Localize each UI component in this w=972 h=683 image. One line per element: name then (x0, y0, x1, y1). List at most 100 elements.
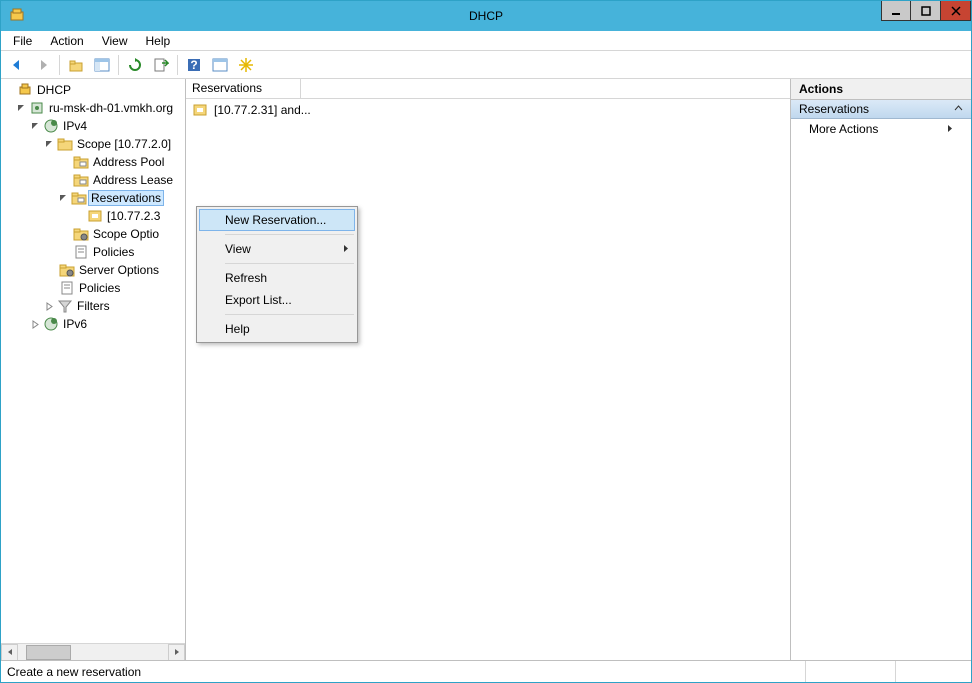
filter-icon (57, 298, 73, 314)
actions-title: Actions (791, 79, 971, 100)
folder-icon (71, 190, 87, 206)
context-new-reservation[interactable]: New Reservation... (199, 209, 355, 231)
minimize-button[interactable] (881, 1, 911, 21)
list-body[interactable]: [10.77.2.31] and... (186, 99, 790, 660)
forward-button[interactable] (31, 53, 55, 77)
list-item[interactable]: [10.77.2.31] and... (186, 101, 790, 119)
tree-server[interactable]: ru-msk-dh-01.vmkh.org (1, 99, 185, 117)
context-item-label: New Reservation... (225, 213, 326, 227)
tree-label: IPv4 (61, 119, 89, 133)
properties-button[interactable] (208, 53, 232, 77)
tree-reservation-item[interactable]: [10.77.2.3 (1, 207, 185, 225)
tree-server-options[interactable]: Server Options (1, 261, 185, 279)
policies-icon (59, 280, 75, 296)
actions-section-label: Reservations (799, 102, 869, 116)
chevron-down-icon[interactable] (57, 192, 69, 204)
folder-icon (73, 226, 89, 242)
status-pane (895, 661, 965, 682)
window-title: DHCP (469, 9, 503, 23)
list-panel: Reservations [10.77.2.31] and... (186, 79, 791, 660)
menu-action[interactable]: Action (42, 32, 91, 50)
refresh-button[interactable] (123, 53, 147, 77)
back-button[interactable] (5, 53, 29, 77)
tree-server-policies[interactable]: Policies (1, 279, 185, 297)
chevron-right-icon[interactable] (29, 318, 41, 330)
statusbar: Create a new reservation (1, 660, 971, 682)
menu-view[interactable]: View (94, 32, 136, 50)
tree[interactable]: DHCP ru-msk-dh-01.vmkh.org IPv4 Scope [1… (1, 79, 185, 643)
tree-label: Address Lease (91, 173, 175, 187)
tree-label: Reservations (89, 191, 163, 205)
tree-label: Scope [10.77.2.0] (75, 137, 173, 151)
tree-label: Address Pool (91, 155, 166, 169)
menu-file[interactable]: File (5, 32, 40, 50)
maximize-button[interactable] (911, 1, 941, 21)
context-refresh[interactable]: Refresh (199, 267, 355, 289)
tree-label: Filters (75, 299, 112, 313)
column-header[interactable]: Reservations (186, 79, 301, 98)
tree-label: DHCP (35, 83, 73, 97)
help-button[interactable]: ? (182, 53, 206, 77)
tree-reservations[interactable]: Reservations (1, 189, 185, 207)
ipv4-icon (43, 118, 59, 134)
context-item-label: Export List... (225, 293, 292, 307)
chevron-right-icon (947, 122, 953, 136)
context-item-label: Help (225, 322, 250, 336)
tree-ipv6[interactable]: IPv6 (1, 315, 185, 333)
tree-label: Scope Optio (91, 227, 161, 241)
ipv6-icon (43, 316, 59, 332)
list-item-label: [10.77.2.31] and... (214, 103, 311, 117)
context-item-label: Refresh (225, 271, 267, 285)
tree-scope[interactable]: Scope [10.77.2.0] (1, 135, 185, 153)
export-button[interactable] (149, 53, 173, 77)
close-button[interactable] (941, 1, 971, 21)
horizontal-scrollbar[interactable] (1, 643, 185, 660)
server-icon (29, 100, 45, 116)
tree-scope-policies[interactable]: Policies (1, 243, 185, 261)
actions-item-label: More Actions (809, 122, 878, 136)
tree-ipv4[interactable]: IPv4 (1, 117, 185, 135)
scroll-left-icon[interactable] (1, 644, 18, 661)
context-menu: New Reservation... View Refresh Export L… (196, 206, 358, 343)
status-text: Create a new reservation (7, 665, 805, 679)
tree-scope-options[interactable]: Scope Optio (1, 225, 185, 243)
tree-label: Policies (91, 245, 136, 259)
tree-address-leases[interactable]: Address Lease (1, 171, 185, 189)
reservation-icon (192, 102, 208, 118)
up-button[interactable] (64, 53, 88, 77)
show-hide-tree-button[interactable] (90, 53, 114, 77)
list-header: Reservations (186, 79, 790, 99)
tree-filters[interactable]: Filters (1, 297, 185, 315)
scrollbar-thumb[interactable] (26, 645, 71, 660)
separator (225, 234, 354, 235)
policies-icon (73, 244, 89, 260)
titlebar: DHCP (1, 1, 971, 31)
folder-icon (73, 172, 89, 188)
chevron-down-icon[interactable] (15, 102, 27, 114)
client-area: DHCP ru-msk-dh-01.vmkh.org IPv4 Scope [1… (1, 79, 971, 660)
tree-label: Server Options (77, 263, 161, 277)
tree-label: IPv6 (61, 317, 89, 331)
tree-label: Policies (77, 281, 122, 295)
tree-address-pool[interactable]: Address Pool (1, 153, 185, 171)
context-view[interactable]: View (199, 238, 355, 260)
actions-section-header[interactable]: Reservations (791, 100, 971, 119)
new-scope-button[interactable] (234, 53, 258, 77)
scroll-right-icon[interactable] (168, 644, 185, 661)
tree-label: [10.77.2.3 (105, 209, 162, 223)
reservation-icon (87, 208, 103, 224)
chevron-right-icon[interactable] (43, 300, 55, 312)
folder-icon (59, 262, 75, 278)
separator (225, 314, 354, 315)
collapse-icon (954, 102, 963, 116)
tree-root-dhcp[interactable]: DHCP (1, 81, 185, 99)
chevron-down-icon[interactable] (43, 138, 55, 150)
context-export-list[interactable]: Export List... (199, 289, 355, 311)
context-help[interactable]: Help (199, 318, 355, 340)
tree-panel: DHCP ru-msk-dh-01.vmkh.org IPv4 Scope [1… (1, 79, 186, 660)
folder-icon (57, 136, 73, 152)
chevron-down-icon[interactable] (29, 120, 41, 132)
actions-more-actions[interactable]: More Actions (791, 119, 971, 139)
menu-help[interactable]: Help (138, 32, 179, 50)
status-pane (805, 661, 895, 682)
